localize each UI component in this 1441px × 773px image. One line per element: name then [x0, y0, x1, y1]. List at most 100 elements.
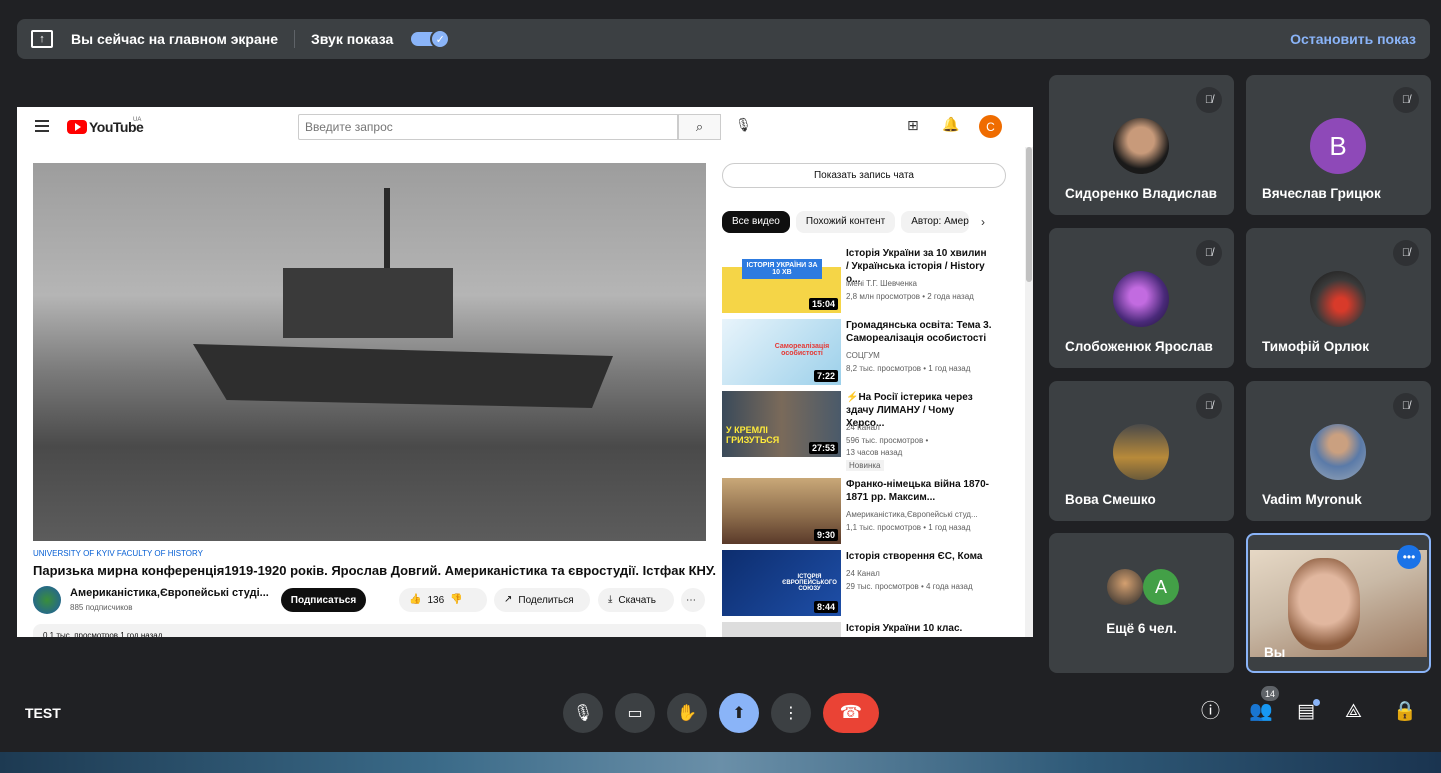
create-video-icon[interactable]: ⊞: [907, 119, 919, 133]
recommended-video[interactable]: ІСТОРІЯ ЄВРОПЕЙСЬКОГО СОЮЗУ 8:44 Історія…: [722, 550, 1012, 616]
recommended-meta: 2,8 млн просмотров • 2 года назад: [846, 292, 974, 301]
chat-notification-dot: [1313, 699, 1320, 706]
download-button[interactable]: ⤓ Скачать: [598, 588, 674, 612]
recommended-video[interactable]: Самореалізація особистості 7:22 Громадян…: [722, 319, 1012, 385]
people-icon[interactable]: 👥: [1249, 702, 1273, 721]
video-duration: 27:53: [808, 442, 838, 454]
share-audio-toggle[interactable]: ✓: [411, 29, 451, 49]
participant-tile[interactable]: 🎙̸ Сидоренко Владислав: [1049, 75, 1234, 215]
chip-all[interactable]: Все видео: [722, 211, 790, 233]
more-participants-avatars: A: [1107, 569, 1179, 605]
ship-hull: [193, 344, 613, 408]
video-thumbnail[interactable]: 9:30: [722, 478, 841, 544]
description-box[interactable]: 0,1 тыс. просмотров 1 год назад: [33, 624, 706, 637]
page-scrollbar[interactable]: [1025, 147, 1033, 637]
channel-tag-link[interactable]: UNIVERSITY OF KYIV FACULTY OF HISTORY: [33, 549, 203, 558]
video-thumbnail[interactable]: Самореалізація особистості 7:22: [722, 319, 841, 385]
self-label: Вы: [1264, 645, 1286, 660]
participant-avatar: В: [1310, 118, 1366, 174]
subscribe-button[interactable]: Подписаться: [281, 588, 366, 612]
info-icon[interactable]: ⓘ: [1201, 702, 1220, 721]
participant-tile[interactable]: 🎙̸ В Вячеслав Грицюк: [1246, 75, 1431, 215]
participant-avatar: [1113, 271, 1169, 327]
recommended-video[interactable]: У КРЕМЛІ ГРИЗУТЬСЯ 27:53 ⚡На Росії істер…: [722, 391, 1012, 471]
recommended-video[interactable]: 9:30 Франко-німецька війна 1870-1871 рр.…: [722, 478, 1012, 544]
chat-icon[interactable]: ▤: [1297, 702, 1315, 721]
download-label: Скачать: [618, 594, 656, 606]
activities-icon[interactable]: ⟁: [1345, 702, 1362, 721]
channel-avatar[interactable]: [33, 586, 61, 614]
search-icon[interactable]: ⌕: [678, 114, 721, 140]
scrollbar-thumb[interactable]: [1026, 147, 1032, 282]
divider: [294, 30, 296, 48]
download-icon: ⤓: [608, 594, 613, 605]
youtube-logo[interactable]: YouTube UA: [67, 117, 144, 135]
video-thumbnail[interactable]: [722, 622, 841, 637]
new-badge: Новинка: [846, 460, 884, 471]
participant-name: Вова Смешко: [1065, 492, 1156, 507]
chip-author[interactable]: Автор: Амер: [901, 211, 970, 233]
present-screen-icon: ↑: [31, 30, 53, 48]
recommended-meta: 596 тыс. просмотров •: [846, 436, 929, 445]
raise-hand-button[interactable]: ✋: [667, 693, 707, 733]
hamburger-menu-icon[interactable]: [35, 120, 49, 132]
recommended-title: Історія України 10 клас.: [846, 623, 963, 634]
mic-off-icon: 🎙̸: [1393, 393, 1419, 419]
recommended-channel: 24 Канал: [846, 569, 880, 578]
share-button[interactable]: ↗ Поделиться: [494, 588, 590, 612]
participant-count-badge: 14: [1261, 686, 1279, 701]
video-duration: 9:30: [813, 529, 838, 541]
bell-icon[interactable]: 🔔: [942, 118, 959, 132]
recommended-title: Франко-німецька війна 1870-1871 рр. Макс…: [846, 479, 990, 503]
stop-presenting-button[interactable]: Остановить показ: [1290, 31, 1416, 47]
thumbnail-text: Самореалізація особистості: [774, 343, 830, 357]
recommended-title: Історія створення ЄС, Кома: [846, 551, 983, 562]
chevron-right-icon[interactable]: ›: [981, 215, 985, 229]
account-avatar[interactable]: С: [979, 115, 1002, 138]
recommended-video[interactable]: Історія України 10 клас.: [722, 622, 1012, 637]
participant-tile[interactable]: 🎙̸ Вова Смешко: [1049, 381, 1234, 521]
chip-related[interactable]: Похожий контент: [795, 211, 896, 233]
participant-tile[interactable]: 🎙̸ Vadim Myronuk: [1246, 381, 1431, 521]
more-vert-icon: ⋮: [783, 703, 799, 722]
video-duration: 7:22: [813, 370, 838, 382]
video-title: Паризька мирна конференція1919-1920 рокі…: [33, 563, 716, 578]
camera-button[interactable]: ▭: [615, 693, 655, 733]
video-thumbnail[interactable]: У КРЕМЛІ ГРИЗУТЬСЯ 27:53: [722, 391, 841, 457]
more-options-button[interactable]: ⋮: [771, 693, 811, 733]
youtube-search-input[interactable]: [298, 114, 678, 140]
self-face: [1288, 558, 1360, 650]
participant-avatar: [1310, 424, 1366, 480]
participant-name: Слобоженюк Ярослав: [1065, 339, 1213, 354]
hand-icon: ✋: [677, 703, 697, 722]
video-thumbnail[interactable]: ІСТОРІЯ ЄВРОПЕЙСЬКОГО СОЮЗУ 8:44: [722, 550, 841, 616]
participant-tile[interactable]: 🎙̸ Тимофій Орлюк: [1246, 228, 1431, 368]
more-options-icon[interactable]: •••: [1397, 545, 1421, 569]
participant-tile[interactable]: 🎙̸ Слобоженюк Ярослав: [1049, 228, 1234, 368]
recommended-video[interactable]: ІСТОРІЯ УКРАЇНИ ЗА 10 ХВ 15:04 Історія У…: [722, 247, 1012, 313]
present-button[interactable]: ⬆: [719, 693, 759, 733]
voice-search-icon[interactable]: 🎙: [735, 119, 752, 132]
video-player[interactable]: [33, 163, 706, 541]
host-controls-icon[interactable]: 🔒: [1393, 702, 1417, 721]
video-thumbnail[interactable]: ІСТОРІЯ УКРАЇНИ ЗА 10 ХВ 15:04: [722, 247, 841, 313]
self-view-tile[interactable]: ••• Вы: [1246, 533, 1431, 673]
microphone-icon: 🎙: [572, 703, 594, 722]
thumbs-up-icon: 👍: [409, 594, 422, 605]
camera-icon: ▭: [627, 703, 643, 722]
channel-name[interactable]: Американістика,Європейські студі...: [70, 587, 270, 599]
microphone-button[interactable]: 🎙: [563, 693, 603, 733]
recommended-channel: імені Т.Г. Шевченка: [846, 279, 917, 288]
like-button[interactable]: 👍 136 👎: [399, 588, 487, 612]
mic-off-icon: 🎙̸: [1196, 87, 1222, 113]
more-actions-icon[interactable]: ⋯: [681, 588, 705, 612]
show-chat-replay-button[interactable]: Показать запись чата: [722, 163, 1006, 188]
participant-name: Vadim Myronuk: [1262, 492, 1362, 507]
like-count: 136: [427, 594, 445, 606]
hang-up-icon: ☎: [839, 702, 863, 723]
recommended-meta: 29 тыс. просмотров • 4 года назад: [846, 582, 973, 591]
recommended-meta-time: 13 часов назад: [846, 448, 903, 457]
recommended-channel: 24 Канал: [846, 423, 880, 432]
more-participants-tile[interactable]: A Ещё 6 чел.: [1049, 533, 1234, 673]
leave-call-button[interactable]: ☎: [823, 693, 879, 733]
